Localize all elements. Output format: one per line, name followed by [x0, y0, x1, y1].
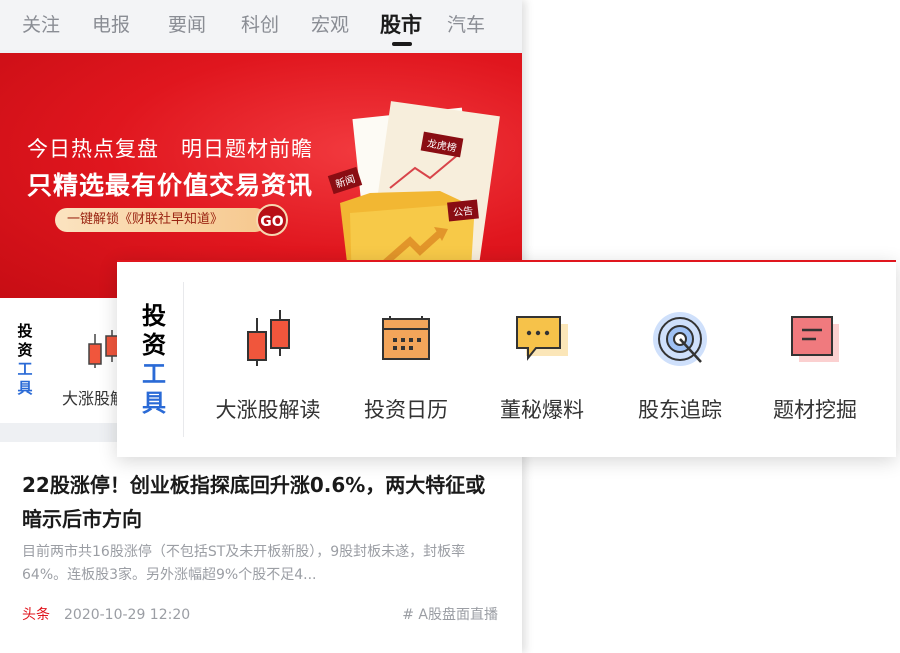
tool-label: 投资日历 — [364, 398, 448, 422]
chat-bubble-icon — [474, 308, 610, 370]
article-time: 2020-10-29 12:20 — [64, 607, 191, 623]
tab-telegraph[interactable]: 电报 — [92, 10, 130, 37]
article-topic-link[interactable]: # A股盘面直播 — [402, 604, 498, 624]
banner-headline: 今日热点复盘 明日题材前瞻 — [27, 137, 313, 161]
tool-secretary-tips[interactable]: 董秘爆料 — [474, 308, 610, 424]
tool-label: 股东追踪 — [638, 398, 722, 422]
tools-label-behind: 投资工具 — [17, 322, 33, 397]
tools-label-bottom: 工具 — [142, 360, 166, 417]
tab-follow[interactable]: 关注 — [22, 10, 60, 37]
active-tab-indicator — [392, 42, 412, 46]
tool-label: 大涨股解读 — [215, 398, 321, 422]
tool-label: 题材挖掘 — [773, 398, 857, 422]
tab-macro[interactable]: 宏观 — [311, 10, 349, 37]
article-summary: 目前两市共16股涨停（不包括ST及未开板新股），9股封板未遂，封板率64%。连板… — [22, 544, 466, 583]
banner-slogan: 只精选最有价值交易资讯 — [27, 171, 314, 200]
article-tag: 头条 — [22, 607, 50, 623]
tab-sci-tech[interactable]: 科创 — [241, 10, 279, 37]
calendar-icon — [338, 308, 474, 370]
folder-tag-announcement: 公告 — [447, 199, 479, 222]
tools-panel-label: 投资 工具 — [137, 302, 171, 418]
banner-go-button[interactable]: GO — [256, 204, 288, 236]
tab-auto[interactable]: 汽车 — [447, 10, 485, 37]
tool-label: 董秘爆料 — [500, 398, 584, 422]
investment-tools-panel: 投资 工具 大涨股解读 投资日历 董秘爆料 股东追踪 题材挖掘 — [117, 260, 896, 457]
article-meta: 头条 2020-10-29 12:20 — [22, 604, 190, 624]
tool-shareholder-tracking[interactable]: 股东追踪 — [612, 308, 748, 424]
candlestick-icon — [86, 330, 120, 374]
tool-theme-mining[interactable]: 题材挖掘 — [747, 308, 883, 424]
candlestick-icon — [200, 308, 336, 370]
channel-tabs: 关注 电报 要闻 科创 宏观 股市 汽车 — [0, 0, 522, 50]
target-icon — [612, 308, 748, 370]
tool-big-gainers[interactable]: 大涨股解读 — [200, 308, 336, 424]
tools-label-top: 投资 — [142, 302, 166, 359]
tab-headlines[interactable]: 要闻 — [168, 10, 206, 37]
tool-investment-calendar[interactable]: 投资日历 — [338, 308, 474, 424]
banner-cta[interactable]: 一键解锁《财联社早知道》 — [55, 208, 267, 232]
article-title[interactable]: 22股涨停！创业板指探底回升涨0.6%，两大特征或暗示后市方向 — [22, 468, 504, 536]
document-icon — [747, 308, 883, 370]
tab-stock-market[interactable]: 股市 — [380, 9, 422, 39]
panel-divider — [183, 282, 184, 437]
